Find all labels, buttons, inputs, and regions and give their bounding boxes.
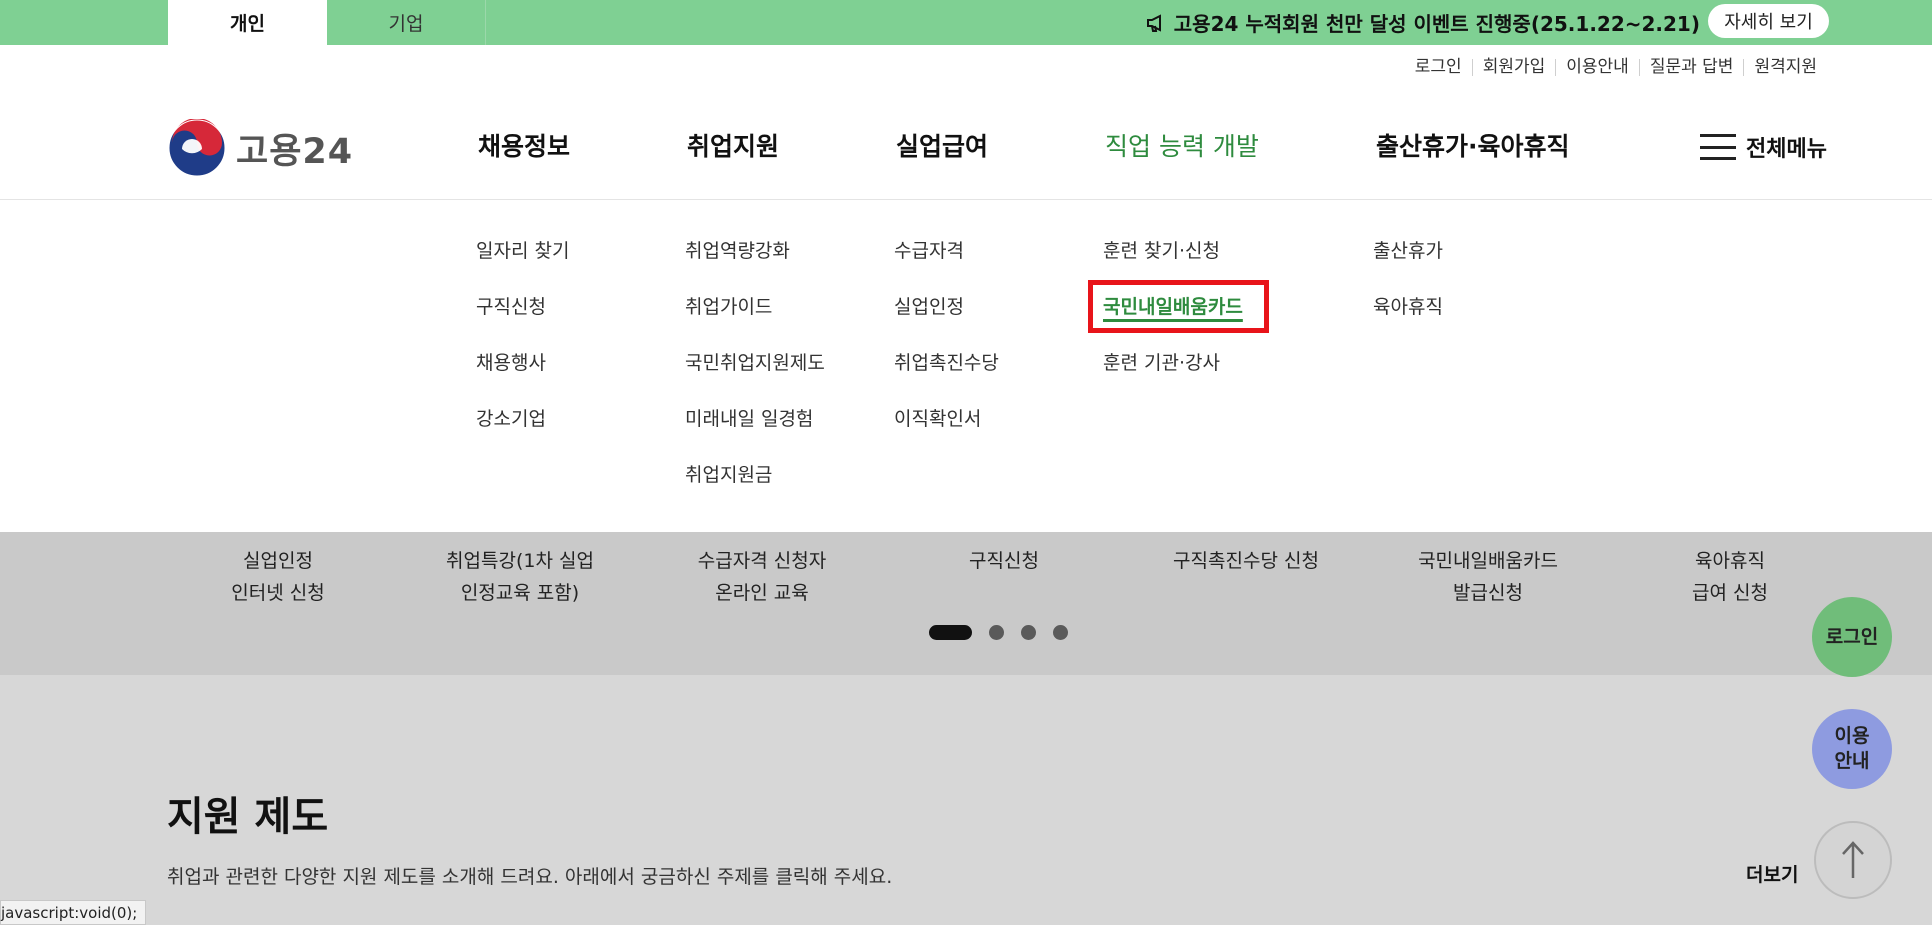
gnb-vocational-training[interactable]: 직업 능력 개발 xyxy=(1105,127,1259,163)
quick-link-line: 취업특강(1차 실업 xyxy=(446,550,594,572)
submenu-item[interactable]: 국민취업지원제도 xyxy=(685,348,825,404)
gnb-parental-leave[interactable]: 출산휴가·육아휴직 xyxy=(1376,127,1570,163)
top-bar: 개인 기업 고용24 누적회원 천만 달성 이벤트 진행중(25.1.22~2.… xyxy=(0,0,1932,45)
submenu-item[interactable]: 취업역량강화 xyxy=(685,236,825,292)
carousel-dot-active[interactable] xyxy=(929,625,972,640)
quick-link-item[interactable]: 수급자격 신청자 온라인 교육 xyxy=(642,545,882,609)
guide-link[interactable]: 이용안내 xyxy=(1555,59,1639,76)
quick-link-line: 구직촉진수당 신청 xyxy=(1173,550,1319,572)
tab-business[interactable]: 기업 xyxy=(327,0,486,45)
quick-link-line: 육아휴직 xyxy=(1695,550,1765,572)
submenu-item[interactable]: 구직신청 xyxy=(476,292,569,348)
quick-link-item[interactable]: 구직신청 xyxy=(884,545,1124,577)
notice-text: 고용24 누적회원 천만 달성 이벤트 진행중(25.1.22~2.21) xyxy=(1173,12,1700,36)
login-link[interactable]: 로그인 xyxy=(1405,59,1472,76)
megaphone-icon xyxy=(1146,13,1161,32)
quick-links-strip: 실업인정 인터넷 신청 취업특강(1차 실업 인정교육 포함) 수급자격 신청자… xyxy=(0,532,1932,675)
carousel-dot[interactable] xyxy=(1021,625,1036,640)
quick-link-line: 인정교육 포함) xyxy=(460,582,580,604)
submenu-jobs: 일자리 찾기 구직신청 채용행사 강소기업 xyxy=(476,236,569,460)
guide-line: 이용 xyxy=(1834,725,1870,747)
all-menu-button[interactable]: 전체메뉴 xyxy=(1700,131,1827,163)
quick-link-line: 수급자격 신청자 xyxy=(697,550,827,572)
submenu-item[interactable]: 훈련 기관·강사 xyxy=(1103,348,1243,404)
quick-link-item[interactable]: 육아휴직 급여 신청 xyxy=(1610,545,1850,609)
header: 로그인 회원가입 이용안내 질문과 답변 원격지원 고용24 채용정보 취업지원… xyxy=(0,45,1932,200)
all-menu-label: 전체메뉴 xyxy=(1746,137,1827,162)
submenu-item[interactable]: 채용행사 xyxy=(476,348,569,404)
quick-link-item[interactable]: 구직촉진수당 신청 xyxy=(1126,545,1366,577)
quick-link-line: 급여 신청 xyxy=(1692,582,1768,604)
section-description: 취업과 관련한 다양한 지원 제도를 소개해 드려요. 아래에서 궁금하신 주제… xyxy=(167,866,893,888)
gnb-unemployment-benefits[interactable]: 실업급여 xyxy=(896,127,988,163)
qna-link[interactable]: 질문과 답변 xyxy=(1638,59,1744,76)
quick-link-line: 국민내일배움카드 xyxy=(1418,550,1558,572)
arrow-up-icon xyxy=(1842,841,1864,878)
submenu-unemployment-benefits: 수급자격 실업인정 취업촉진수당 이직확인서 xyxy=(894,236,999,460)
carousel-dot[interactable] xyxy=(989,625,1004,640)
submenu-employment-support: 취업역량강화 취업가이드 국민취업지원제도 미래내일 일경험 취업지원금 xyxy=(685,236,825,516)
submenu-item[interactable]: 육아휴직 xyxy=(1373,292,1443,348)
mega-menu-dropdown: 일자리 찾기 구직신청 채용행사 강소기업 취업역량강화 취업가이드 국민취업지… xyxy=(0,200,1932,532)
section-title: 지원 제도 xyxy=(167,794,329,840)
remote-support-link[interactable]: 원격지원 xyxy=(1743,59,1827,76)
signup-link[interactable]: 회원가입 xyxy=(1471,59,1556,76)
quick-link-item[interactable]: 국민내일배움카드 발급신청 xyxy=(1368,545,1608,609)
submenu-item[interactable]: 강소기업 xyxy=(476,404,569,460)
quick-link-item[interactable]: 실업인정 인터넷 신청 xyxy=(158,545,398,609)
more-link[interactable]: 더보기 xyxy=(1746,860,1798,887)
submenu-parental-leave: 출산휴가 육아휴직 xyxy=(1373,236,1443,348)
gnb-employment-support[interactable]: 취업지원 xyxy=(687,127,779,163)
submenu-item[interactable]: 수급자격 xyxy=(894,236,999,292)
submenu-item[interactable]: 취업지원금 xyxy=(685,460,825,516)
highlight-box xyxy=(1088,280,1269,333)
submenu-item[interactable]: 출산휴가 xyxy=(1373,236,1443,292)
quick-link-line: 구직신청 xyxy=(969,550,1039,572)
submenu-item[interactable]: 이직확인서 xyxy=(894,404,999,460)
event-notice[interactable]: 고용24 누적회원 천만 달성 이벤트 진행중(25.1.22~2.21) xyxy=(1146,0,1700,45)
taegeuk-logo-icon xyxy=(168,119,226,177)
quick-link-item[interactable]: 취업특강(1차 실업 인정교육 포함) xyxy=(400,545,640,609)
submenu-item[interactable]: 취업촉진수당 xyxy=(894,348,999,404)
submenu-item[interactable]: 실업인정 xyxy=(894,292,999,348)
browser-status-bar: javascript:void(0); xyxy=(0,900,147,925)
submenu-item[interactable]: 취업가이드 xyxy=(685,292,825,348)
quick-link-line: 온라인 교육 xyxy=(715,582,809,604)
tab-personal[interactable]: 개인 xyxy=(168,0,327,45)
quick-link-line: 발급신청 xyxy=(1453,582,1523,604)
guide-line: 안내 xyxy=(1834,750,1870,772)
quick-link-line: 인터넷 신청 xyxy=(231,582,325,604)
submenu-item[interactable]: 미래내일 일경험 xyxy=(685,404,825,460)
logo-text: 고용24 xyxy=(236,131,354,172)
utility-nav: 로그인 회원가입 이용안내 질문과 답변 원격지원 xyxy=(1405,59,1827,76)
hamburger-icon xyxy=(1700,134,1736,160)
carousel-pagination xyxy=(929,625,1068,640)
carousel-dot[interactable] xyxy=(1053,625,1068,640)
scroll-top-button[interactable] xyxy=(1814,821,1892,899)
floating-login-button[interactable]: 로그인 xyxy=(1812,597,1892,677)
gnb-jobs[interactable]: 채용정보 xyxy=(478,127,570,163)
floating-guide-button[interactable]: 이용 안내 xyxy=(1812,709,1892,789)
detail-button[interactable]: 자세히 보기 xyxy=(1708,4,1829,38)
submenu-item[interactable]: 일자리 찾기 xyxy=(476,236,569,292)
quick-link-line: 실업인정 xyxy=(243,550,313,572)
logo[interactable]: 고용24 xyxy=(168,119,353,177)
